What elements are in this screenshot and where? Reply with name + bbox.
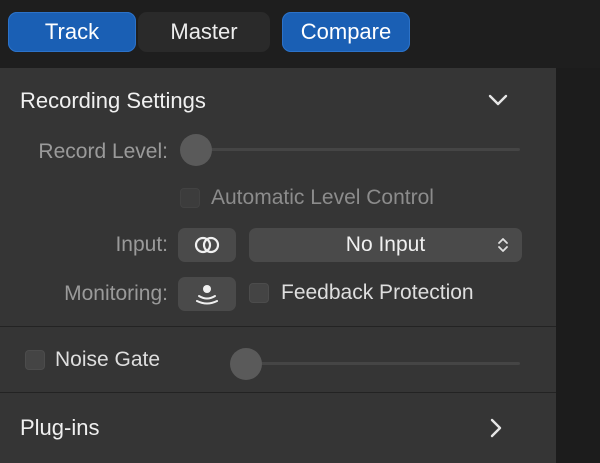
noise-gate-slider-knob[interactable] <box>230 348 262 380</box>
monitoring-label: Monitoring: <box>64 282 168 305</box>
noise-gate-slider-track[interactable] <box>246 362 520 365</box>
section-divider <box>0 326 556 327</box>
chevron-up-down-icon <box>498 238 508 252</box>
monitoring-button[interactable] <box>178 277 236 311</box>
feedback-protection-checkbox[interactable] <box>249 283 269 303</box>
record-level-label: Record Level: <box>38 140 168 163</box>
side-strip <box>556 68 600 463</box>
noise-gate-label: Noise Gate <box>55 348 161 371</box>
chevron-down-icon[interactable] <box>486 88 510 112</box>
plugins-header[interactable]: Plug-ins <box>0 393 556 463</box>
top-tab-bar: Track Master Compare <box>0 0 600 68</box>
automatic-level-control-checkbox[interactable] <box>180 188 200 208</box>
input-label: Input: <box>115 233 168 256</box>
tab-master[interactable]: Master <box>138 12 270 52</box>
recording-settings-header[interactable]: Recording Settings <box>0 68 556 130</box>
record-level-slider-track[interactable] <box>196 148 520 151</box>
smart-controls-window: Track Master Compare Recording Settings … <box>0 0 600 463</box>
input-select-value: No Input <box>345 233 426 256</box>
recording-settings-title: Recording Settings <box>20 88 206 113</box>
stereo-rings-icon <box>194 236 220 254</box>
inspector-panel: Recording Settings Record Level: Automat… <box>0 68 556 463</box>
automatic-level-control-label: Automatic Level Control <box>211 186 434 209</box>
tab-track[interactable]: Track <box>8 12 136 52</box>
feedback-protection-label: Feedback Protection <box>281 281 474 304</box>
monitoring-icon <box>196 285 218 305</box>
compare-button[interactable]: Compare <box>282 12 410 52</box>
chevron-right-icon[interactable] <box>484 416 508 440</box>
input-select[interactable]: No Input <box>249 228 522 262</box>
noise-gate-checkbox[interactable] <box>25 350 45 370</box>
plugins-title: Plug-ins <box>20 415 100 440</box>
input-channel-button[interactable] <box>178 228 236 262</box>
record-level-slider-knob[interactable] <box>180 134 212 166</box>
